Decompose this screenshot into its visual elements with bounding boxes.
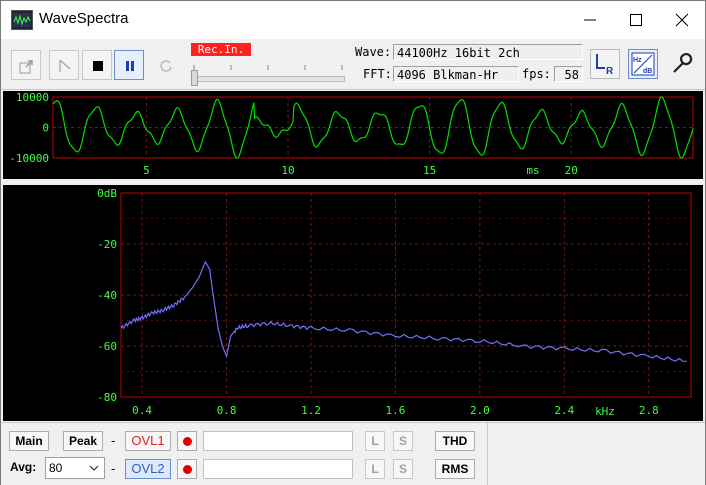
spectrum-y-tick-label: -40 (97, 289, 117, 302)
ovl2-button[interactable]: OVL2 (125, 459, 171, 479)
app-window: WaveSpectra Rec.In. Wave: 44100Hz 16bit … (0, 0, 706, 485)
waveform-y-tick-label: -10000 (9, 152, 49, 165)
wrench-icon (673, 52, 693, 73)
spectrum-x-tick-label: 2.0 (470, 404, 490, 417)
rec-in-indicator: Rec.In. (191, 43, 251, 56)
main-button[interactable]: Main (9, 431, 49, 451)
spectrum-y-tick-label: 0dB (97, 187, 117, 200)
spectrum-y-tick-label: -60 (97, 340, 117, 353)
peak-button[interactable]: Peak (63, 431, 103, 451)
loop-button[interactable] (150, 50, 180, 80)
rms-button[interactable]: RMS (435, 459, 475, 479)
spectrum-panel: 0dB -20 -40 -60 -80 0.4 0.8 1.2 1.6 2.0 2.4 2.8 kHz (3, 185, 703, 421)
thd-button[interactable]: THD (435, 431, 475, 451)
avg-select[interactable]: 80 (45, 457, 105, 479)
waveform-x-tick-label: 5 (143, 164, 150, 177)
settings-button[interactable] (667, 49, 697, 79)
ovl1-record-button[interactable] (177, 431, 197, 451)
spectrum-chart: 0dB -20 -40 -60 -80 0.4 0.8 1.2 1.6 2.0 2.4 2.8 kHz (97, 187, 692, 418)
ovl2-record-button[interactable] (177, 459, 197, 479)
pause-icon (126, 61, 134, 71)
title-bar: WaveSpectra (1, 1, 705, 39)
spectrum-x-tick-label: 1.2 (301, 404, 321, 417)
refresh-icon (160, 60, 172, 72)
svg-text:dB: dB (643, 68, 652, 75)
spectrum-x-unit: kHz (595, 405, 615, 418)
stop-icon (93, 61, 103, 71)
svg-text:R: R (606, 66, 614, 76)
stop-button[interactable] (82, 50, 112, 80)
waveform-x-tick-label: 15 (423, 164, 436, 177)
dash-separator-2: - (111, 461, 116, 476)
spectrum-x-tick-label: 2.4 (554, 404, 574, 417)
window-title: WaveSpectra (39, 10, 129, 27)
hz-db-scale-button[interactable]: Hz dB (628, 49, 658, 79)
ovl1-name-field[interactable] (203, 431, 353, 451)
spectrum-x-tick-label: 0.4 (132, 404, 152, 417)
channel-lr-button[interactable]: R (590, 49, 620, 79)
position-slider-track[interactable] (191, 76, 345, 82)
waveform-panel: 10000 0 -10000 5 10 15 20 ms (3, 91, 703, 179)
hz-db-scale-icon: Hz dB (631, 52, 655, 76)
fft-setting-field: 4096 Blkman-Hr (393, 66, 519, 82)
waveform-x-tick-label: 20 (565, 164, 578, 177)
svg-text:Hz: Hz (633, 57, 642, 64)
ovl2-name-field[interactable] (203, 459, 353, 479)
chevron-down-icon (89, 465, 99, 471)
pause-button[interactable] (114, 50, 144, 80)
slider-ticks (193, 65, 343, 70)
play-button[interactable] (49, 50, 79, 80)
bottom-divider (487, 423, 488, 485)
spectrum-x-tick-label: 2.8 (639, 404, 659, 417)
close-button[interactable] (659, 1, 705, 39)
toolbar: Rec.In. Wave: 44100Hz 16bit 2ch FFT: 409… (1, 39, 705, 90)
waveform-y-tick-label: 10000 (16, 91, 49, 104)
fps-label: fps: (522, 67, 551, 81)
waveform-x-unit: ms (526, 164, 539, 177)
maximize-button[interactable] (613, 1, 659, 39)
spectrum-x-tick-label: 1.6 (386, 404, 406, 417)
fft-label: FFT: (363, 67, 392, 81)
position-slider-thumb[interactable] (191, 70, 198, 86)
open-file-button[interactable] (11, 50, 41, 80)
avg-select-value: 80 (49, 461, 63, 475)
spectrum-y-tick-label: -20 (97, 238, 117, 251)
open-file-icon (19, 60, 33, 74)
waveform-x-tick-label: 10 (281, 164, 294, 177)
fps-value: 58 (554, 66, 583, 82)
bottom-controls: Main Peak - OVL1 L S THD Avg: 80 - OVL2 … (1, 422, 705, 485)
channel-lr-icon: R (596, 54, 614, 76)
ovl2-save-button[interactable]: S (393, 459, 413, 479)
wave-label: Wave: (355, 45, 392, 59)
ovl2-load-button[interactable]: L (365, 459, 385, 479)
waveform-y-tick-label: 0 (42, 122, 49, 135)
minimize-button[interactable] (567, 1, 613, 39)
waveform-chart: 10000 0 -10000 5 10 15 20 ms (9, 91, 694, 177)
ovl1-load-button[interactable]: L (365, 431, 385, 451)
dash-separator: - (111, 433, 116, 448)
app-logo-icon (11, 10, 33, 30)
spectrum-y-tick-label: -80 (97, 391, 117, 404)
ovl1-button[interactable]: OVL1 (125, 431, 171, 451)
wave-format-field: 44100Hz 16bit 2ch (393, 44, 583, 60)
play-icon (59, 59, 71, 72)
spectrum-x-tick-label: 0.8 (217, 404, 237, 417)
avg-label: Avg: (10, 460, 37, 474)
ovl1-save-button[interactable]: S (393, 431, 413, 451)
